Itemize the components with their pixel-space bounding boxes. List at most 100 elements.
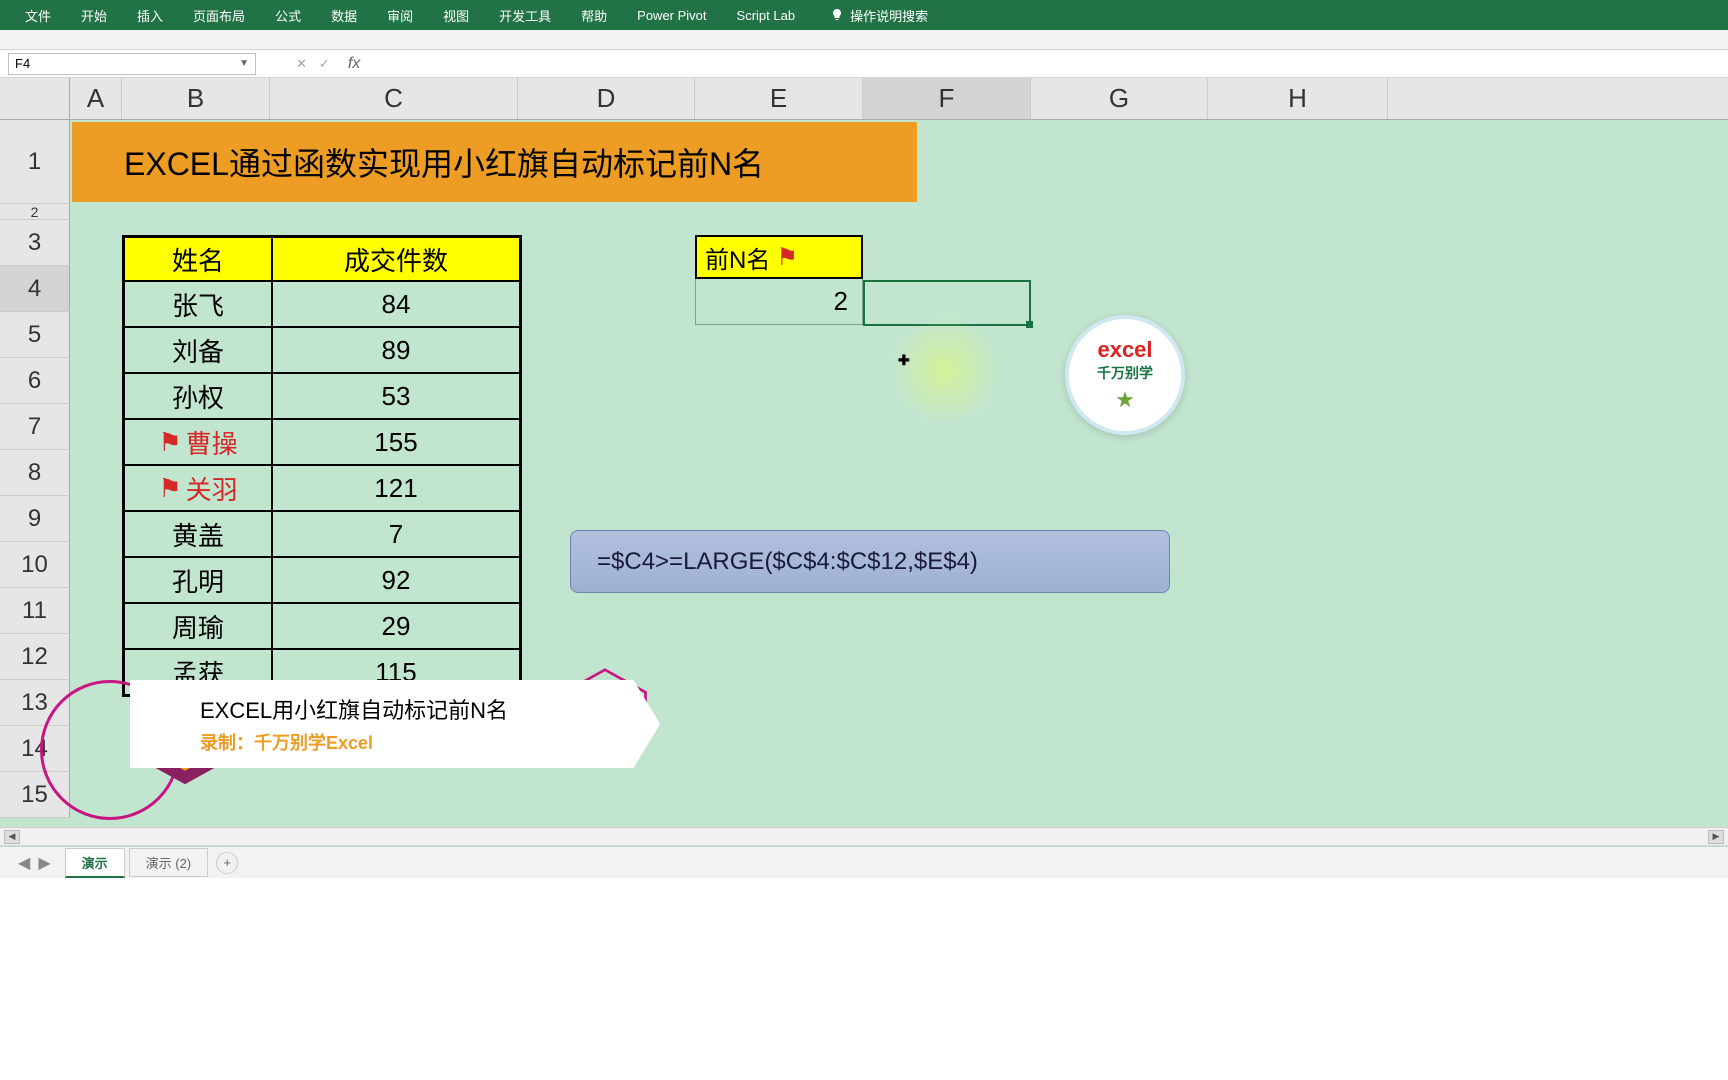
add-sheet-button[interactable]: + (216, 852, 238, 874)
table-row: ⚑曹操 155 (124, 419, 520, 465)
name-box[interactable]: F4 ▼ (8, 53, 256, 75)
row-header-9[interactable]: 9 (0, 496, 70, 542)
ribbon-tab-powerpivot[interactable]: Power Pivot (622, 0, 721, 30)
col-header-C[interactable]: C (270, 78, 518, 119)
formula-tip-box: =$C4>=LARGE($C$4:$C$12,$E$4) (570, 530, 1170, 593)
table-header-name[interactable]: 姓名 (124, 237, 272, 281)
cell-count[interactable]: 121 (272, 465, 520, 511)
row-header-2[interactable]: 2 (0, 204, 70, 220)
name-box-value: F4 (15, 56, 30, 71)
param-value-cell[interactable]: 2 (695, 279, 863, 325)
row-header-12[interactable]: 12 (0, 634, 70, 680)
ribbon-tab-formulas[interactable]: 公式 (260, 0, 316, 30)
cell-name[interactable]: 周瑜 (124, 603, 272, 649)
spreadsheet-grid: A B C D E F G H 1 2 3 4 5 6 7 8 9 10 11 … (0, 78, 1728, 878)
row-header-10[interactable]: 10 (0, 542, 70, 588)
title-text: EXCEL通过函数实现用小红旗自动标记前N名 (124, 139, 764, 185)
sheet-nav-next-icon[interactable]: ▶ (38, 853, 50, 873)
cells-area[interactable]: EXCEL通过函数实现用小红旗自动标记前N名 姓名 成交件数 张飞 84 刘备 … (70, 120, 1728, 818)
sheet-tab-active[interactable]: 演示 (65, 848, 125, 878)
row-header-6[interactable]: 6 (0, 358, 70, 404)
col-header-D[interactable]: D (518, 78, 695, 119)
title-banner: EXCEL通过函数实现用小红旗自动标记前N名 (72, 122, 917, 202)
sheet-tabs-bar: ◀ ▶ 演示 演示 (2) + (0, 846, 1728, 878)
table-row: 周瑜 29 (124, 603, 520, 649)
cell-count[interactable]: 155 (272, 419, 520, 465)
scroll-right-icon[interactable]: ▶ (1708, 830, 1724, 844)
cancel-formula-icon[interactable]: ✕ (296, 56, 307, 72)
cell-count[interactable]: 53 (272, 373, 520, 419)
ribbon-tab-data[interactable]: 数据 (316, 0, 372, 30)
formula-tip-text: =$C4>=LARGE($C$4:$C$12,$E$4) (597, 548, 978, 576)
flag-icon: ⚑ (158, 427, 181, 458)
horizontal-scrollbar[interactable]: ◀ ▶ (0, 827, 1728, 845)
col-header-H[interactable]: H (1208, 78, 1388, 119)
table-header-count[interactable]: 成交件数 (272, 237, 520, 281)
formula-bar-buttons: ✕ ✓ fx (286, 55, 370, 73)
cell-name-flagged[interactable]: ⚑曹操 (124, 419, 272, 465)
col-header-G[interactable]: G (1031, 78, 1208, 119)
ribbon-tab-home[interactable]: 开始 (66, 0, 122, 30)
row-header-3[interactable]: 3 (0, 220, 70, 266)
table-row: ⚑关羽 121 (124, 465, 520, 511)
cell-count[interactable]: 89 (272, 327, 520, 373)
table-row: 孔明 92 (124, 557, 520, 603)
row-header-11[interactable]: 11 (0, 588, 70, 634)
ribbon-bar: 文件 开始 插入 页面布局 公式 数据 审阅 视图 开发工具 帮助 Power … (0, 0, 1728, 30)
col-header-F[interactable]: F (863, 78, 1031, 119)
cell-name-flagged[interactable]: ⚑关羽 (124, 465, 272, 511)
ribbon-tab-file[interactable]: 文件 (10, 0, 66, 30)
cell-name[interactable]: 张飞 (124, 281, 272, 327)
cell-count[interactable]: 84 (272, 281, 520, 327)
table-row: 黄盖 7 (124, 511, 520, 557)
tell-me-search[interactable]: 操作说明搜索 (830, 6, 928, 25)
select-all-corner[interactable] (0, 78, 70, 119)
cell-name[interactable]: 黄盖 (124, 511, 272, 557)
name-box-dropdown-icon[interactable]: ▼ (239, 58, 249, 69)
row-header-8[interactable]: 8 (0, 450, 70, 496)
col-header-E[interactable]: E (695, 78, 863, 119)
fill-handle[interactable] (1026, 321, 1033, 328)
tell-me-label: 操作说明搜索 (850, 6, 928, 25)
row-header-5[interactable]: 5 (0, 312, 70, 358)
ribbon-tab-help[interactable]: 帮助 (566, 0, 622, 30)
row-header-1[interactable]: 1 (0, 120, 70, 204)
table-row: 刘备 89 (124, 327, 520, 373)
lightbulb-icon (830, 8, 844, 22)
logo-line2: 千万别学 (1097, 363, 1153, 383)
sheet-nav-prev-icon[interactable]: ◀ (18, 853, 30, 873)
flag-icon: ⚑ (776, 243, 798, 272)
ribbon-tab-layout[interactable]: 页面布局 (178, 0, 260, 30)
row-header-7[interactable]: 7 (0, 404, 70, 450)
cell-name[interactable]: 孔明 (124, 557, 272, 603)
flag-icon: ⚑ (158, 473, 181, 504)
sheet-nav: ◀ ▶ (8, 853, 61, 873)
col-header-A[interactable]: A (70, 78, 122, 119)
cell-count[interactable]: 7 (272, 511, 520, 557)
cell-count[interactable]: 92 (272, 557, 520, 603)
fx-icon[interactable]: fx (348, 55, 360, 73)
table-row: 孙权 53 (124, 373, 520, 419)
star-icon: ★ (1115, 387, 1135, 413)
scroll-left-icon[interactable]: ◀ (4, 830, 20, 844)
cell-name[interactable]: 孙权 (124, 373, 272, 419)
ribbon-tab-dev[interactable]: 开发工具 (484, 0, 566, 30)
sheet-tab[interactable]: 演示 (2) (129, 848, 209, 877)
ribbon-tab-scriptlab[interactable]: Script Lab (722, 0, 811, 30)
row-header-4[interactable]: 4 (0, 266, 70, 312)
ribbon-tab-insert[interactable]: 插入 (122, 0, 178, 30)
accept-formula-icon[interactable]: ✓ (319, 56, 330, 72)
ribbon-tab-review[interactable]: 审阅 (372, 0, 428, 30)
table-row: 张飞 84 (124, 281, 520, 327)
cursor-highlight (890, 315, 1000, 425)
column-headers: A B C D E F G H (0, 78, 1728, 120)
ribbon-tab-view[interactable]: 视图 (428, 0, 484, 30)
param-label-cell[interactable]: 前N名 ⚑ (695, 235, 863, 279)
col-header-B[interactable]: B (122, 78, 270, 119)
caption-title: EXCEL用小红旗自动标记前N名 (200, 693, 508, 725)
formula-input[interactable] (380, 56, 1720, 71)
param-box: 前N名 ⚑ 2 (695, 235, 863, 325)
active-cell-F4[interactable] (863, 280, 1031, 326)
cell-count[interactable]: 29 (272, 603, 520, 649)
cell-name[interactable]: 刘备 (124, 327, 272, 373)
